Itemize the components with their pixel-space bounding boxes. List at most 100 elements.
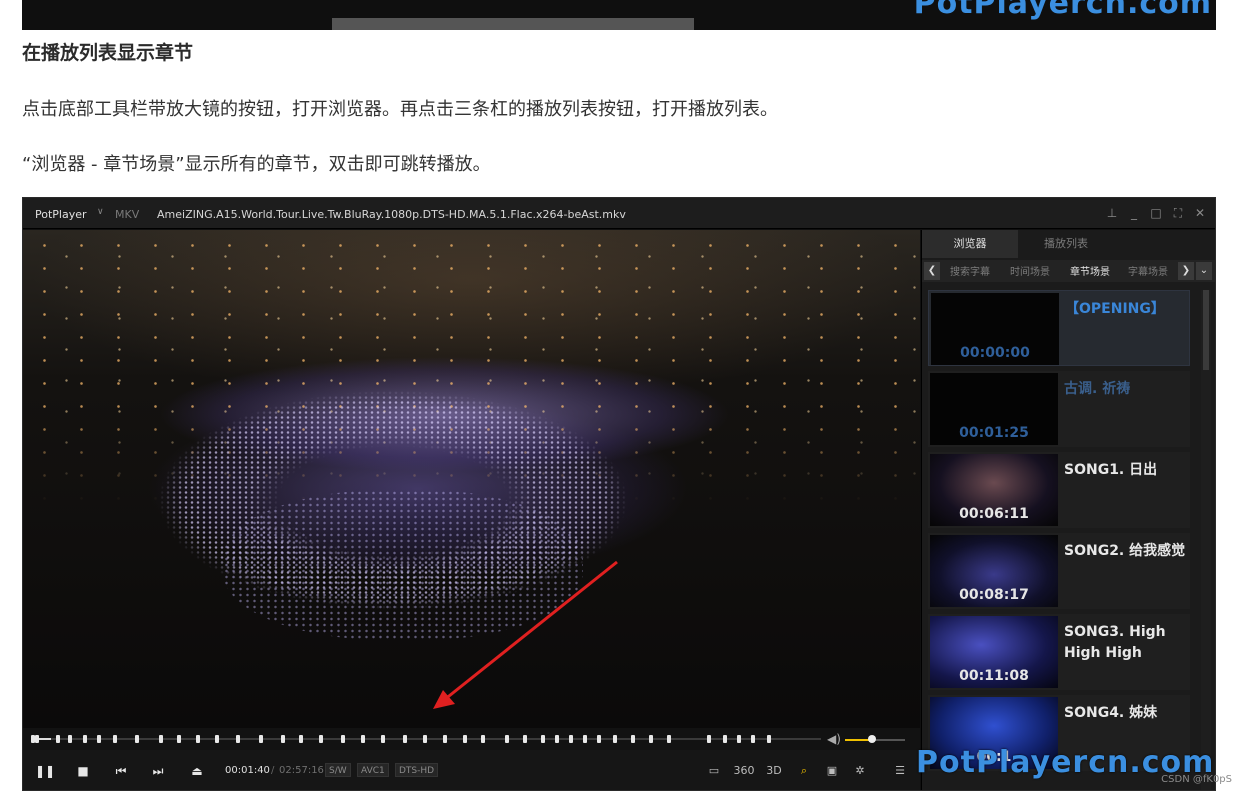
chapter-mark[interactable] — [613, 735, 617, 743]
chapter-mark[interactable] — [541, 735, 545, 743]
chapter-mark[interactable] — [505, 735, 509, 743]
subtab-search-subtitles[interactable]: 搜索字幕 — [950, 263, 990, 278]
chapter-mark[interactable] — [135, 735, 139, 743]
chapter-mark[interactable] — [423, 735, 427, 743]
chapter-mark[interactable] — [403, 735, 407, 743]
chapter-mark[interactable] — [35, 735, 39, 743]
chapter-mark[interactable] — [196, 735, 200, 743]
chapter-thumbnail: 00:08:17 — [930, 535, 1058, 607]
chapter-item[interactable]: 00:01:25 古调. 祈祷 — [928, 371, 1190, 447]
screen-icon[interactable]: ▭ — [703, 760, 725, 782]
app-menu-button[interactable]: PotPlayer — [35, 208, 87, 221]
minimize-icon[interactable]: _ — [1125, 204, 1143, 222]
chapter-mark[interactable] — [56, 735, 60, 743]
previous-icon[interactable]: ⏮ — [111, 761, 131, 781]
chapter-title: SONG4. 姊妹 — [1064, 705, 1158, 721]
chapter-mark[interactable] — [751, 735, 755, 743]
settings-icon[interactable]: ✲ — [849, 760, 871, 782]
chapter-mark[interactable] — [236, 735, 240, 743]
tab-browser[interactable]: 浏览器 — [922, 230, 1018, 258]
fullscreen-icon[interactable]: ⛶ — [1169, 204, 1187, 222]
chapter-mark[interactable] — [259, 735, 263, 743]
chapter-title: SONG2. 给我感觉 — [1064, 543, 1186, 559]
chapter-item[interactable]: 00:08:17 SONG2. 给我感觉 — [928, 533, 1190, 609]
chapter-mark[interactable] — [583, 735, 587, 743]
chapter-item[interactable]: 00:06:11 SONG1. 日出 — [928, 452, 1190, 528]
subtab-chapter-scenes[interactable]: 章节场景 — [1070, 263, 1110, 278]
3d-icon[interactable]: 3D — [763, 760, 785, 782]
article-paragraph-1: 点击底部工具栏带放大镜的按钮，打开浏览器。再点击三条杠的播放列表按钮，打开播放列… — [22, 99, 778, 120]
browser-search-icon[interactable]: ⌕ — [793, 760, 815, 782]
chevron-down-icon[interactable]: ⌄ — [1196, 262, 1212, 280]
chapter-mark[interactable] — [113, 735, 117, 743]
chapter-mark[interactable] — [319, 735, 323, 743]
chapter-mark[interactable] — [667, 735, 671, 743]
chapter-mark[interactable] — [159, 735, 163, 743]
chapter-mark[interactable] — [299, 735, 303, 743]
chapter-mark[interactable] — [68, 735, 72, 743]
volume-icon[interactable]: ◀) — [827, 732, 841, 746]
side-tabs: 浏览器 播放列表 — [922, 230, 1215, 258]
chapter-mark[interactable] — [631, 735, 635, 743]
chapter-title: SONG1. 日出 — [1064, 462, 1158, 478]
stop-icon[interactable]: ■ — [73, 761, 93, 781]
volume-knob[interactable] — [868, 735, 876, 743]
chapter-mark[interactable] — [281, 735, 285, 743]
chapter-mark[interactable] — [723, 735, 727, 743]
chapter-mark[interactable] — [649, 735, 653, 743]
top-brand-text: PotPlayercn.com — [913, 0, 1212, 21]
chapter-mark[interactable] — [555, 735, 559, 743]
chapter-item[interactable]: 00:11:08 SONG3. High High High — [928, 614, 1190, 690]
eject-icon[interactable]: ⏏ — [187, 761, 207, 781]
chapter-mark[interactable] — [597, 735, 601, 743]
total-time: 02:57:16 — [279, 765, 324, 776]
chapter-thumbnail: 00:11:08 — [930, 616, 1058, 688]
chapter-mark[interactable] — [177, 735, 181, 743]
csdn-credit: CSDN @fK0pS — [1161, 774, 1232, 785]
chapter-mark[interactable] — [481, 735, 485, 743]
subtab-subtitle-scenes[interactable]: 字幕场景 — [1128, 263, 1168, 278]
next-icon[interactable]: ⏭ — [148, 761, 168, 781]
chapter-mark[interactable] — [97, 735, 101, 743]
chapter-mark[interactable] — [215, 735, 219, 743]
chapter-mark[interactable] — [381, 735, 385, 743]
chapter-mark[interactable] — [767, 735, 771, 743]
chapter-mark[interactable] — [341, 735, 345, 743]
chapter-thumbnail: 00:00:00 — [931, 293, 1059, 365]
tag-avc1[interactable]: AVC1 — [357, 763, 389, 777]
pin-icon[interactable]: ⊥ — [1103, 204, 1121, 222]
chevron-left-icon[interactable]: ❮ — [924, 262, 940, 280]
chapter-mark[interactable] — [737, 735, 741, 743]
format-label: MKV — [115, 208, 140, 221]
capture-icon[interactable]: ▣ — [821, 760, 843, 782]
scrollbar-thumb[interactable] — [1203, 290, 1209, 370]
control-bar: ❚❚ ■ ⏮ ⏭ ⏏ 00:01:40 / 02:57:16 S/W AVC1 … — [23, 750, 920, 790]
close-icon[interactable]: ✕ — [1191, 204, 1209, 222]
chapter-mark[interactable] — [707, 735, 711, 743]
chevron-down-icon[interactable]: ∨ — [97, 207, 104, 217]
chapter-item[interactable]: 00:00:00 【OPENING】 — [928, 290, 1190, 366]
chapter-mark[interactable] — [569, 735, 573, 743]
chapter-title: SONG3. High High High — [1064, 624, 1166, 661]
side-scrollbar[interactable] — [1201, 290, 1211, 790]
chapter-mark[interactable] — [463, 735, 467, 743]
playlist-icon[interactable]: ☰ — [889, 760, 911, 782]
tab-playlist[interactable]: 播放列表 — [1018, 230, 1114, 258]
chapter-mark[interactable] — [361, 735, 365, 743]
sub-tabs: ❮ 搜索字幕 时间场景 章节场景 字幕场景 ❯ ⌄ — [922, 260, 1215, 282]
maximize-icon[interactable]: □ — [1147, 204, 1165, 222]
chapter-mark[interactable] — [443, 735, 447, 743]
chapter-time: 00:00:00 — [960, 345, 1030, 361]
video-frame[interactable] — [23, 230, 920, 728]
subtab-time-scenes[interactable]: 时间场景 — [1010, 263, 1050, 278]
tag-sw[interactable]: S/W — [325, 763, 351, 777]
tag-dts-hd[interactable]: DTS-HD — [395, 763, 439, 777]
chevron-right-icon[interactable]: ❯ — [1178, 262, 1194, 280]
vr360-icon[interactable]: 360 — [733, 760, 755, 782]
pause-icon[interactable]: ❚❚ — [35, 761, 55, 781]
chapter-mark[interactable] — [523, 735, 527, 743]
strip-progress-segment — [332, 18, 694, 30]
file-name: AmeiZING.A15.World.Tour.Live.Tw.BluRay.1… — [157, 208, 626, 221]
chapter-mark[interactable] — [83, 735, 87, 743]
seek-bar[interactable]: ◀) — [23, 728, 920, 750]
